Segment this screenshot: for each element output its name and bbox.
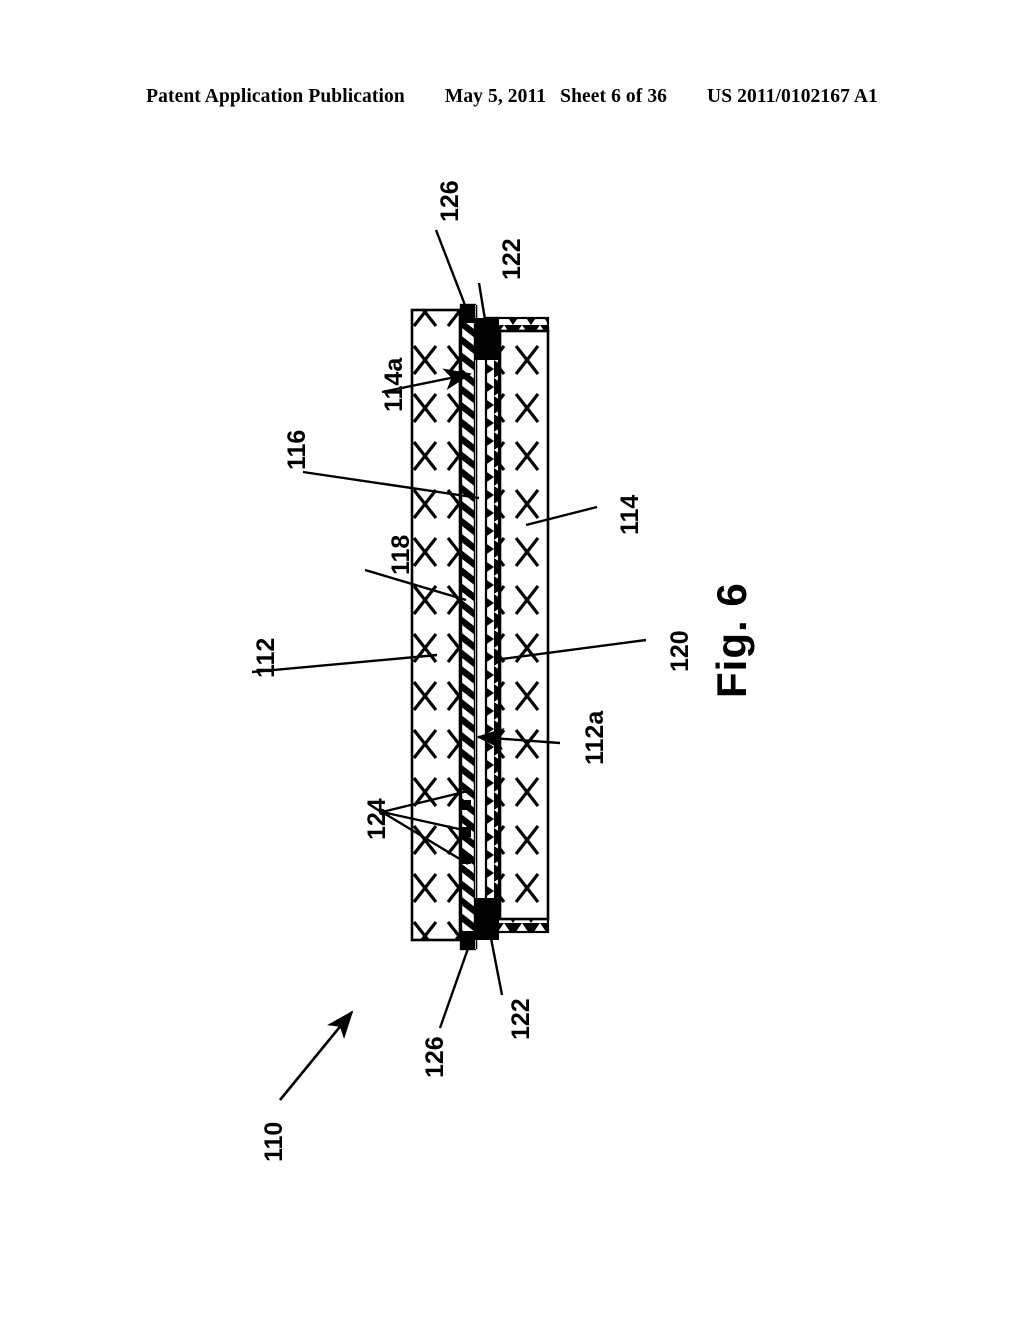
leader-110-assembly — [278, 1010, 354, 1101]
label-126-bottom: 126 — [421, 1036, 449, 1078]
patent-sheet: Patent Application Publication May 5, 20… — [0, 0, 1024, 1320]
label-114: 114 — [616, 494, 644, 535]
layer-118-film — [459, 303, 477, 951]
label-110-assembly: 110 — [260, 1121, 288, 1162]
leader-126-bottom — [438, 939, 473, 1029]
seal-122-bottom — [475, 898, 499, 940]
label-118: 118 — [387, 534, 415, 575]
layer-116-gap — [475, 305, 485, 949]
figure-6-drawing: 126 122 114a 116 118 112 114 120 112a 12… — [0, 0, 1024, 1320]
label-122-bottom: 122 — [507, 998, 535, 1040]
label-112: 112 — [252, 637, 280, 678]
label-114a: 114a — [380, 357, 408, 412]
label-112a: 112a — [581, 710, 609, 765]
spacers-124 — [459, 800, 471, 864]
label-126-top: 126 — [436, 180, 464, 222]
label-122-top: 122 — [498, 238, 526, 280]
seal-122-top — [475, 318, 499, 360]
label-116: 116 — [283, 429, 311, 470]
label-120: 120 — [666, 630, 694, 672]
leader-126-top — [434, 229, 472, 319]
layer-114-counter-plate — [498, 329, 550, 921]
figure-title: Fig. 6 — [708, 582, 755, 698]
label-124: 124 — [363, 798, 391, 840]
